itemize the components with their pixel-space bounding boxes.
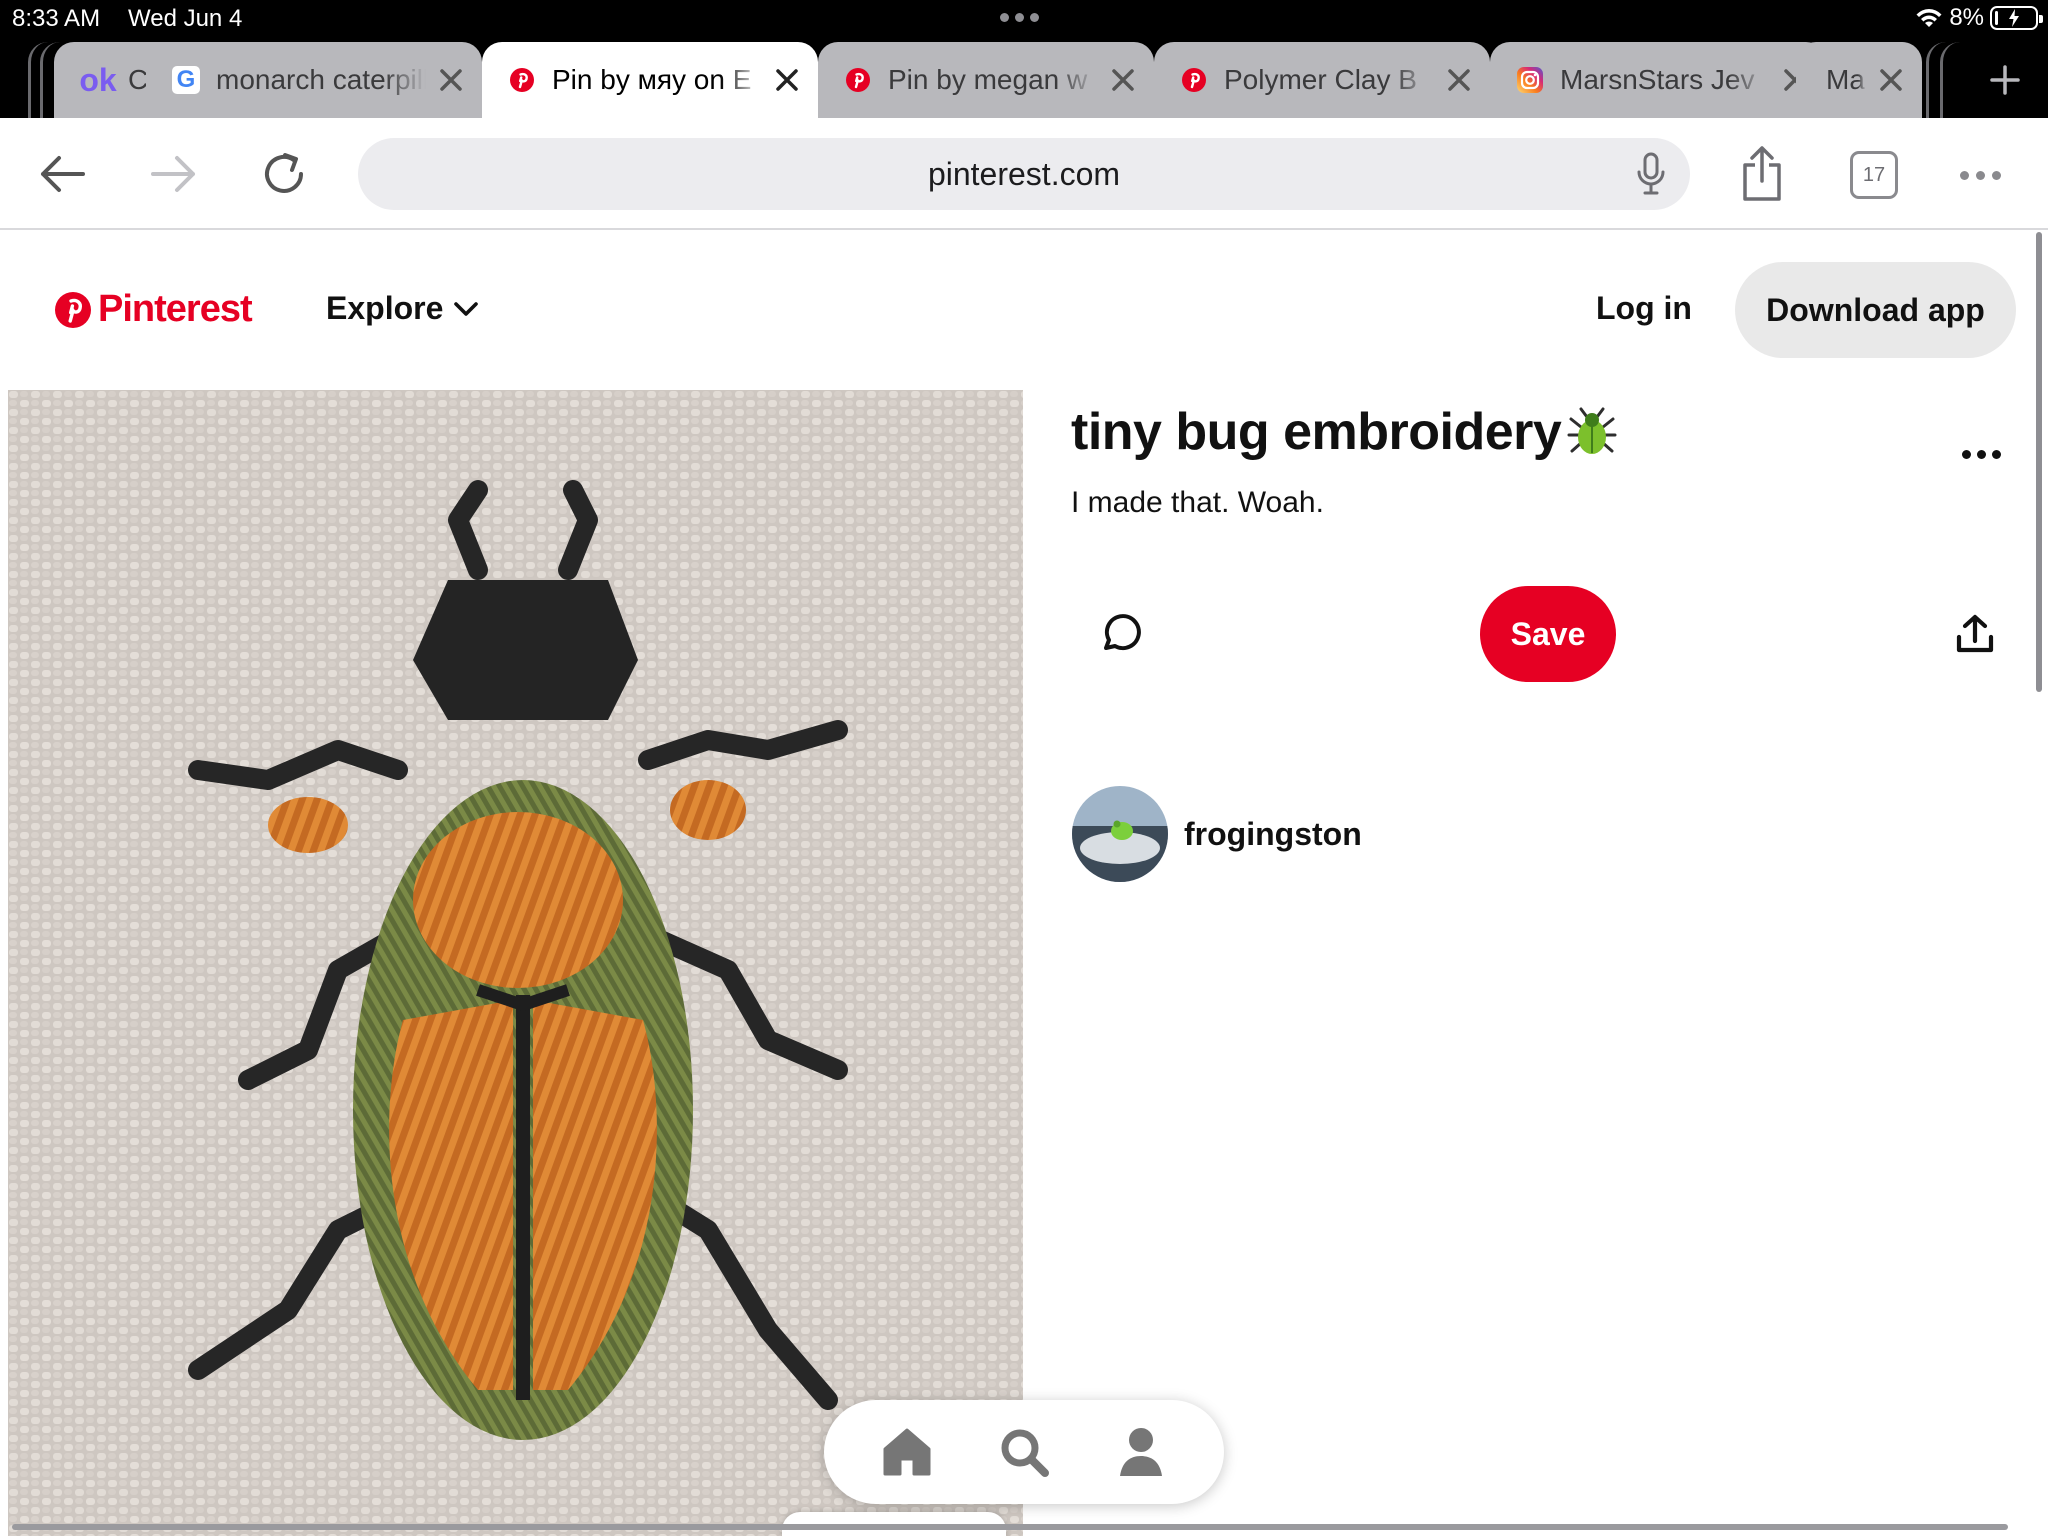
username[interactable]: frogingston — [1184, 816, 1362, 853]
top-bar: 8:33 AM Wed Jun 4 8% ok C G monarch cate… — [0, 0, 2048, 118]
tab-title: MarsnStars Jev — [1560, 64, 1755, 95]
save-button[interactable]: Save — [1480, 586, 1616, 682]
close-tab-icon[interactable] — [1442, 63, 1476, 97]
reload-button[interactable] — [252, 142, 316, 206]
tab-pin-megan[interactable]: Pin by megan w — [818, 42, 1154, 118]
close-tab-icon[interactable] — [1106, 63, 1140, 97]
new-tab-button[interactable] — [1970, 54, 2040, 106]
horizontal-scrollbar[interactable] — [12, 1524, 2008, 1530]
tab-pin-myau[interactable]: Pin by мяу on E — [482, 42, 818, 118]
pinterest-icon — [1180, 66, 1208, 94]
close-tab-icon[interactable] — [434, 63, 468, 97]
pin-description: I made that. Woah. — [1071, 486, 1324, 519]
explore-menu[interactable]: Explore — [326, 290, 479, 327]
share-icon — [1743, 146, 1781, 201]
close-tab-icon[interactable] — [770, 63, 804, 97]
tab-google-monarch[interactable]: G monarch caterpillar — [146, 42, 482, 118]
tab-title: Pin by мяу on E — [552, 64, 752, 95]
tab-polymer-clay[interactable]: Polymer Clay B — [1154, 42, 1490, 118]
address-bar[interactable]: pinterest.com — [358, 138, 1690, 210]
comment-icon — [1104, 614, 1141, 651]
tab-title: Pin by megan w — [888, 64, 1088, 95]
explore-label: Explore — [326, 290, 444, 326]
status-date: Wed Jun 4 — [128, 5, 243, 32]
tab-title: Polymer Clay B — [1224, 64, 1417, 95]
embroidered-beetle-image — [8, 390, 1023, 1536]
multitask-dots-icon[interactable] — [1000, 13, 1039, 22]
microphone-icon[interactable] — [1636, 152, 1666, 196]
forward-arrow-icon — [151, 156, 195, 192]
share-pin-button[interactable] — [1948, 606, 2002, 662]
avatar[interactable] — [1072, 786, 1168, 882]
home-button[interactable] — [872, 1417, 942, 1487]
tab-mai[interactable]: Mai — [1796, 42, 1922, 118]
bottom-nav — [824, 1400, 1224, 1504]
pin-more-options-icon[interactable] — [1962, 450, 2001, 459]
battery-percent: 8% — [1949, 4, 1984, 31]
tab-stack-edge — [1940, 42, 1962, 118]
pin-title: tiny bug embroidery — [1071, 402, 1619, 462]
status-time: 8:33 AM — [12, 5, 101, 32]
tab-strip: ok C G monarch caterpillar Pin by мяу on… — [0, 40, 2048, 118]
home-icon — [883, 1428, 931, 1476]
download-app-button[interactable]: Download app — [1735, 262, 2016, 358]
pinterest-icon — [55, 291, 91, 328]
tab-title: Mai — [1826, 64, 1866, 95]
tab-overview-button[interactable]: 17 — [1850, 151, 1898, 199]
login-link[interactable]: Log in — [1596, 290, 1692, 327]
pinterest-icon — [844, 66, 872, 94]
pin-image[interactable] — [8, 390, 1023, 1536]
more-dots-icon[interactable] — [1960, 171, 2001, 180]
pinterest-wordmark: Pinterest — [98, 288, 253, 330]
wifi-icon — [1916, 9, 1942, 27]
close-tab-icon[interactable] — [1874, 63, 1908, 97]
beetle-icon — [1567, 407, 1617, 454]
search-button[interactable] — [989, 1417, 1059, 1487]
forward-button[interactable] — [142, 142, 206, 206]
reload-icon — [265, 153, 303, 193]
share-button[interactable] — [1730, 142, 1794, 206]
back-arrow-icon — [41, 156, 85, 192]
url-text: pinterest.com — [927, 155, 1121, 192]
plus-icon — [1990, 65, 2020, 95]
vertical-scrollbar[interactable] — [2036, 232, 2042, 692]
google-icon: G — [172, 66, 200, 94]
frog-avatar-image — [1072, 786, 1168, 882]
tab-marsnstars[interactable]: MarsnStars Jev — [1490, 42, 1826, 118]
share-upload-icon — [1956, 614, 1994, 653]
battery-level — [1995, 11, 1998, 25]
status-right: 8% — [1915, 4, 2043, 32]
comment-button[interactable] — [1090, 604, 1150, 664]
chevron-down-icon — [454, 301, 479, 316]
browser-toolbar: pinterest.com 17 — [0, 118, 2048, 230]
ok-icon: ok — [79, 61, 117, 98]
battery-charging-icon — [1990, 6, 2043, 30]
instagram-icon — [1516, 66, 1544, 94]
search-icon — [1001, 1429, 1049, 1477]
pin-title-text: tiny bug embroidery — [1071, 403, 1562, 461]
tab-title: monarch caterpillar — [216, 64, 426, 95]
pinterest-logo[interactable]: Pinterest — [54, 288, 253, 331]
pinterest-icon — [508, 66, 536, 94]
profile-icon — [1120, 1428, 1163, 1476]
back-button[interactable] — [30, 142, 94, 206]
profile-button[interactable] — [1106, 1417, 1176, 1487]
